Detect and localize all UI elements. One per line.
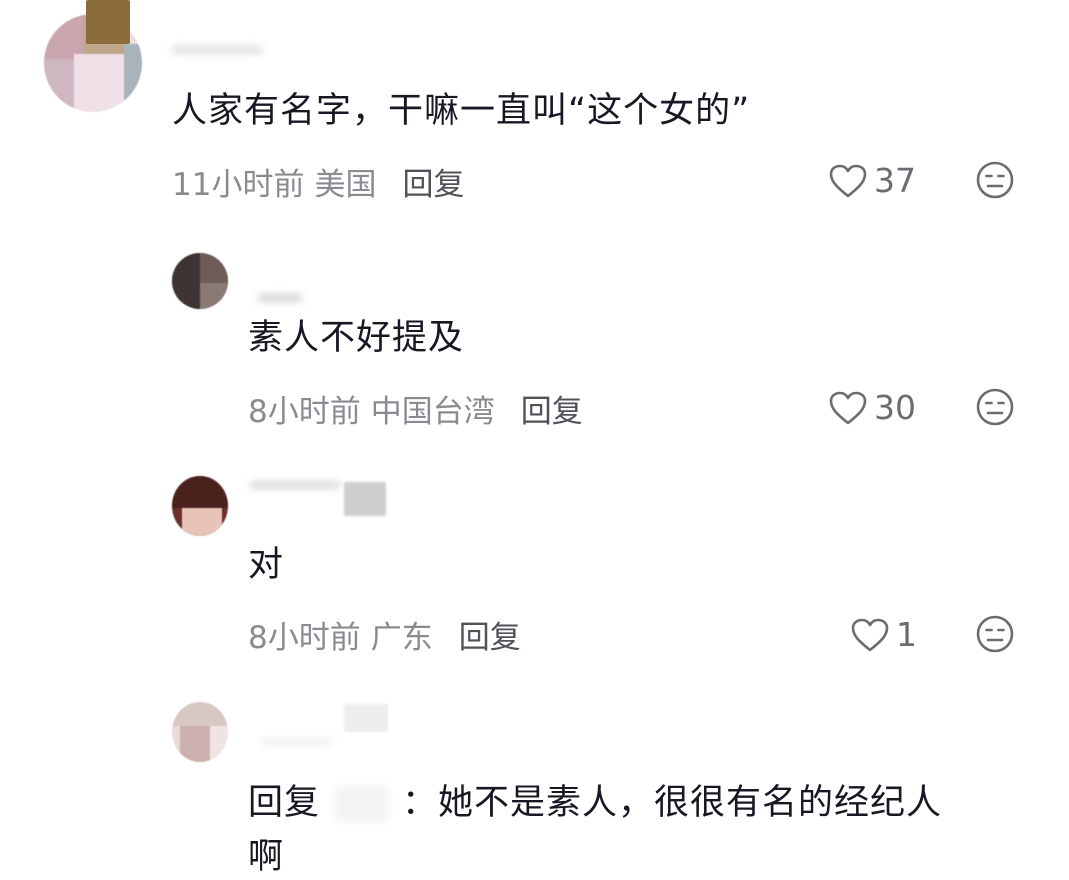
like-button[interactable]: 1	[850, 615, 917, 655]
comment-text: 素人不好提及	[248, 318, 465, 358]
comment-meta: 11小时前 美国 回复	[172, 165, 464, 205]
like-count: 30	[874, 388, 916, 427]
reply-button[interactable]: 回复	[402, 167, 464, 203]
heart-outline-icon	[851, 618, 889, 652]
avatar[interactable]	[172, 476, 228, 536]
reply-button[interactable]: 回复	[459, 620, 521, 656]
comment-item: 人家有名字，干嘛一直叫“这个女的” 11小时前 美国 回复 37	[0, 0, 1069, 230]
comment-meta: 8小时前 广东 回复	[248, 618, 521, 658]
username-redacted[interactable]	[344, 704, 388, 732]
comment-time: 8小时前	[248, 394, 361, 430]
reply-comment-item: 素人不好提及 8小时前 中国台湾 回复 30	[0, 230, 1069, 460]
reply-comment-item: 对 8小时前 广东 回复 1	[0, 460, 1069, 688]
comment-location: 广东	[370, 620, 433, 656]
avatar[interactable]	[172, 702, 228, 762]
neutral-face-icon	[976, 161, 1014, 199]
heart-outline-icon	[829, 164, 867, 198]
dislike-button[interactable]	[975, 387, 1015, 427]
comment-text: 对	[248, 545, 285, 585]
username-redacted[interactable]	[86, 0, 130, 44]
username-redacted[interactable]	[262, 740, 332, 744]
mentioned-user-redacted[interactable]	[334, 786, 389, 822]
comment-text-line: 她不是素人，很很有名的经纪人	[438, 783, 943, 823]
neutral-face-icon	[976, 388, 1014, 426]
reply-comment-item: 回复 ：她不是素人，很很有名的经纪人 啊	[0, 688, 1069, 877]
like-button[interactable]: 37	[828, 161, 916, 201]
comment-text-continued: 啊	[248, 837, 285, 877]
username-redacted[interactable]	[344, 482, 386, 516]
dislike-button[interactable]	[975, 160, 1015, 200]
reply-prefix[interactable]: 回复	[248, 783, 320, 823]
like-button[interactable]: 30	[828, 388, 916, 428]
reply-button[interactable]: 回复	[521, 394, 583, 430]
username-redacted[interactable]	[250, 482, 340, 488]
comment-time: 8小时前	[248, 620, 361, 656]
comment-location: 美国	[314, 167, 377, 203]
username-redacted[interactable]	[258, 295, 302, 301]
reply-colon: ：	[402, 783, 439, 823]
neutral-face-icon	[976, 615, 1014, 653]
comment-time: 11小时前	[172, 167, 305, 203]
avatar[interactable]	[172, 253, 228, 309]
dislike-button[interactable]	[975, 614, 1015, 654]
comment-text: 回复 ：她不是素人，很很有名的经纪人	[248, 780, 942, 826]
comment-text: 人家有名字，干嘛一直叫“这个女的”	[172, 91, 751, 131]
comment-location: 中国台湾	[370, 394, 495, 430]
like-count: 1	[896, 615, 917, 654]
like-count: 37	[874, 161, 916, 200]
comment-meta: 8小时前 中国台湾 回复	[248, 392, 583, 432]
heart-outline-icon	[829, 391, 867, 425]
username-redacted[interactable]	[172, 46, 262, 54]
